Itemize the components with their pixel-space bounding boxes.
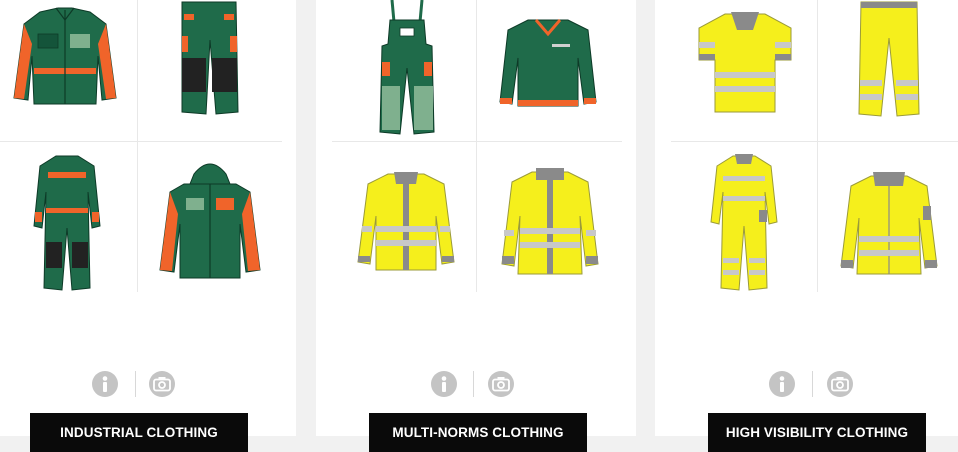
camera-icon[interactable] — [827, 371, 853, 397]
product-image-hi-vis-coverall[interactable] — [709, 152, 779, 292]
product-image-hi-vis-fleece[interactable] — [837, 172, 941, 278]
card-actions — [92, 371, 182, 399]
product-image-work-trousers[interactable] — [176, 0, 242, 118]
multi-norms-clothing-button[interactable]: MULTI-NORMS CLOTHING — [369, 413, 587, 452]
product-image-hi-vis-trousers[interactable] — [855, 0, 923, 118]
product-image-work-jacket[interactable] — [10, 4, 120, 108]
product-image-sweater[interactable] — [498, 14, 598, 110]
category-card-industrial: INDUSTRIAL CLOTHING — [0, 0, 296, 452]
info-icon[interactable] — [769, 371, 795, 397]
product-image-bib-overall[interactable] — [376, 0, 438, 136]
card-actions — [769, 371, 859, 399]
info-icon[interactable] — [92, 371, 118, 397]
grid-divider — [0, 141, 282, 142]
icon-divider — [135, 371, 136, 397]
camera-icon[interactable] — [488, 371, 514, 397]
grid-divider — [671, 141, 958, 142]
grid-divider — [817, 0, 818, 292]
product-image-hooded-parka[interactable] — [158, 158, 262, 280]
icon-divider — [812, 371, 813, 397]
grid-divider — [332, 141, 622, 142]
grid-divider — [476, 0, 477, 292]
grid-divider — [137, 0, 138, 292]
card-actions — [431, 371, 521, 399]
info-icon[interactable] — [431, 371, 457, 397]
product-image-hi-vis-jacket[interactable] — [498, 168, 602, 280]
category-card-multi-norms: MULTI-NORMS CLOTHING — [316, 0, 636, 452]
camera-icon[interactable] — [149, 371, 175, 397]
icon-divider — [473, 371, 474, 397]
product-image-hi-vis-polo[interactable] — [695, 10, 795, 114]
category-card-high-visibility: HIGH VISIBILITY CLOTHING — [655, 0, 958, 452]
product-image-hi-vis-shirt[interactable] — [356, 170, 456, 274]
product-image-coverall[interactable] — [32, 152, 102, 292]
high-visibility-clothing-button[interactable]: HIGH VISIBILITY CLOTHING — [708, 413, 926, 452]
industrial-clothing-button[interactable]: INDUSTRIAL CLOTHING — [30, 413, 248, 452]
